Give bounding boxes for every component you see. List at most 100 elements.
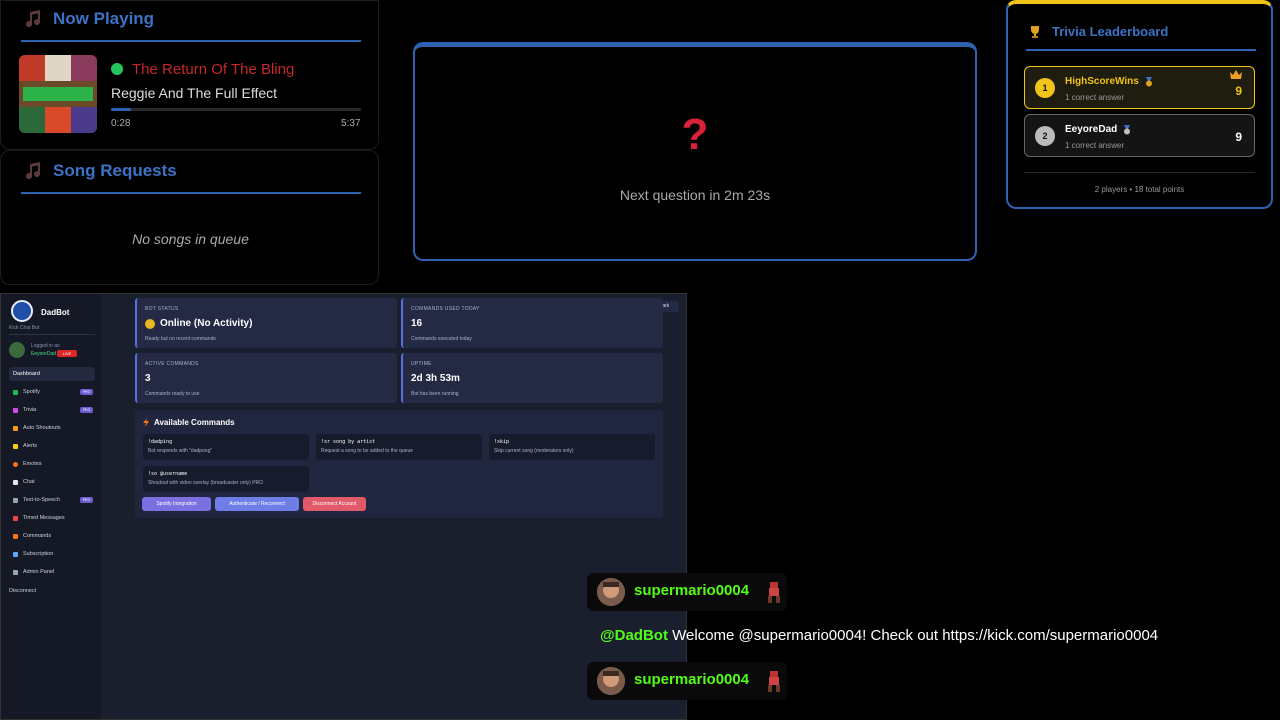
button-label: Authenticate / Reconnect — [229, 501, 285, 507]
command-description: Request a song to be added to the queue — [321, 448, 414, 454]
sidebar-item-timed-messages[interactable]: Timed Messages — [9, 511, 95, 525]
player-score: 9 — [1235, 130, 1242, 144]
player-score: 9 — [1235, 84, 1242, 98]
sidebar-item-emotes[interactable]: Emotes — [9, 457, 95, 471]
sidebar-item-auto-shoutouts[interactable]: Auto Shoutouts — [9, 421, 95, 435]
command-description: Bot responds with "dadpong" — [148, 448, 213, 454]
player-name: HighScoreWins — [1065, 76, 1139, 87]
divider — [1026, 49, 1256, 51]
sidebar-item-spotify[interactable]: Spotify PRO — [9, 385, 95, 399]
song-requests-title: Song Requests — [53, 161, 177, 180]
live-badge: LIVE — [57, 350, 77, 357]
sidebar-item-dashboard[interactable]: Dashboard — [9, 367, 95, 381]
progress-fill — [111, 108, 131, 111]
command-name: !sr song by artist — [321, 439, 376, 445]
sidebar-item-alerts[interactable]: Alerts — [9, 439, 95, 453]
disconnect-account-button[interactable]: Disconnect Account — [303, 497, 366, 511]
leaderboard-footer: 2 players • 18 total points — [1094, 185, 1185, 194]
sidebar-item-text-to-speech[interactable]: Text-to-Speech PRO — [9, 493, 95, 507]
bot-subtitle: Kick Chat Bot — [9, 325, 40, 331]
progress-bar — [111, 108, 361, 111]
bot-status-card: BOT STATUS Online (No Activity) Ready bu… — [135, 298, 397, 348]
rank-badge: 1 — [1035, 78, 1055, 98]
now-playing-panel: Now Playing The Return Of The Bling Regg… — [0, 0, 379, 150]
player-answers: 1 correct answer — [1065, 93, 1125, 102]
command-name: !so @username — [148, 471, 188, 477]
rank-badge: 2 — [1035, 126, 1055, 146]
command-name: !skip — [494, 439, 510, 445]
trivia-question-panel: ? Next question in 2m 23s — [413, 42, 977, 261]
sidebar-item-label: Spotify — [23, 389, 40, 395]
leaderboard-row: 1 HighScoreWins 1 correct answer 9 — [1024, 66, 1255, 109]
trivia-leaderboard-panel: Trivia Leaderboard 1 HighScoreWins 1 cor… — [1006, 0, 1273, 209]
command-description: Skip current song (moderators only) — [494, 448, 574, 454]
empty-queue-text: No songs in queue — [132, 231, 249, 247]
megaphone-icon — [13, 425, 18, 431]
sidebar: DadBot Kick Chat Bot Logged in as Eeyore… — [1, 294, 103, 719]
lightning-icon — [143, 418, 149, 427]
divider — [9, 334, 95, 335]
mario-emote-icon — [768, 582, 780, 603]
sidebar-item-label: Commands — [23, 533, 52, 539]
sidebar-item-commands[interactable]: Commands — [9, 529, 95, 543]
music-note-icon — [26, 10, 41, 28]
trophy-icon — [1031, 25, 1039, 38]
command-item: !so @username Shoutout with video overla… — [143, 466, 309, 492]
sidebar-item-label: Dashboard — [13, 371, 40, 377]
next-question-countdown: Next question in 2m 23s — [619, 187, 771, 203]
bot-mention: @DadBot — [600, 627, 668, 644]
card-subtitle: Bot has been running — [411, 391, 459, 397]
pro-badge: PRO — [80, 497, 93, 503]
chat-username: supermario0004 — [634, 671, 750, 688]
sidebar-item-label: Chat — [23, 479, 35, 485]
command-description: Shoutout with video overlay (broadcaster… — [148, 480, 264, 486]
song-title: The Return Of The Bling — [132, 61, 295, 78]
chat-username: supermario0004 — [634, 582, 750, 599]
lightning-icon — [13, 533, 18, 539]
leaderboard-title: Trivia Leaderboard — [1052, 24, 1169, 39]
disconnect-link[interactable]: Disconnect — [5, 584, 91, 598]
command-item: !skip Skip current song (moderators only… — [489, 434, 655, 460]
crown-icon — [1230, 70, 1242, 79]
sidebar-item-trivia[interactable]: Trivia PRO — [9, 403, 95, 417]
message-text: Welcome @supermario0004! Check out https… — [667, 627, 1159, 644]
divider — [21, 40, 361, 42]
sidebar-item-label: Auto Shoutouts — [23, 425, 61, 431]
user-avatar — [597, 667, 625, 695]
song-artist: Reggie And The Full Effect — [111, 85, 278, 101]
player-name: EeyoreDad — [1065, 124, 1118, 135]
disconnect-label: Disconnect — [9, 588, 37, 594]
leaderboard-header: Trivia Leaderboard — [1028, 24, 1168, 39]
command-item: !dadping Bot responds with "dadpong" — [143, 434, 309, 460]
active-commands-card: ACTIVE COMMANDS 3 Commands ready to use — [135, 353, 397, 403]
spotify-integration-button[interactable]: Spotify Integration — [142, 497, 211, 511]
song-requests-panel: Song Requests No songs in queue — [0, 150, 379, 285]
user-avatar — [9, 342, 25, 358]
card-value: 2d 3h 53m — [411, 373, 460, 384]
card-value: Online (No Activity) — [160, 318, 253, 329]
sidebar-item-chat[interactable]: Chat — [9, 475, 95, 489]
medal-icon — [1124, 124, 1131, 134]
card-label: UPTIME — [411, 361, 432, 367]
card-label: BOT STATUS — [145, 306, 179, 312]
chat-icon — [13, 479, 18, 485]
chat-message-row: supermario0004 — [587, 662, 787, 700]
authenticate-button[interactable]: Authenticate / Reconnect — [215, 497, 299, 511]
mario-emote-icon — [768, 671, 780, 692]
card-label: ACTIVE COMMANDS — [145, 361, 199, 367]
player-answers: 1 correct answer — [1065, 141, 1125, 150]
sidebar-item-admin-panel[interactable]: Admin Panel — [9, 565, 95, 579]
card-subtitle: Ready but no recent commands — [145, 336, 216, 342]
song-requests-header: Song Requests — [23, 161, 177, 181]
sidebar-item-label: Trivia — [23, 407, 37, 413]
status-dot-icon — [145, 318, 155, 329]
card-subtitle: Commands executed today — [411, 336, 472, 342]
uptime-card: UPTIME 2d 3h 53m Bot has been running — [401, 353, 663, 403]
sidebar-item-subscription[interactable]: Subscription — [9, 547, 95, 561]
card-value: 16 — [411, 318, 423, 329]
current-time: 0:28 — [111, 118, 131, 129]
username: EeyoreDad — [31, 351, 57, 357]
pro-badge: PRO — [80, 389, 93, 395]
command-name: !dadping — [148, 439, 173, 445]
brain-icon — [13, 407, 18, 413]
